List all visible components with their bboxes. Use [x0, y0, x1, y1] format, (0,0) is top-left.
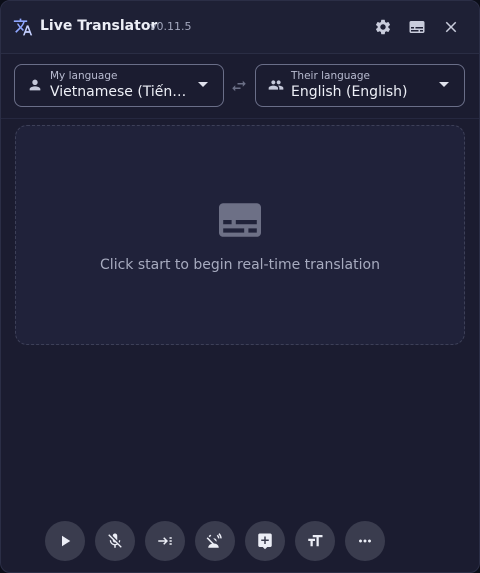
subtitles-icon: [409, 21, 425, 33]
close-icon: [445, 21, 457, 33]
settings-button[interactable]: [371, 15, 395, 39]
add-feedback-button[interactable]: [245, 521, 285, 561]
mic-off-icon: [108, 533, 122, 548]
empty-state-hint: Click start to begin real-time translati…: [100, 257, 380, 273]
swap-icon[interactable]: [230, 77, 248, 95]
close-button[interactable]: [439, 15, 463, 39]
app-title: Live Translator: [40, 18, 158, 34]
app-window: Live Translator v0.11.5 My language Viet…: [0, 0, 480, 573]
gear-icon: [375, 19, 391, 35]
voice-over-off-icon: [206, 533, 222, 548]
their-language-value: English (English): [291, 84, 408, 100]
title-bar: Live Translator v0.11.5: [1, 1, 479, 54]
my-language-value: Vietnamese (Tiếng Việt): [50, 84, 190, 100]
subtitles-toggle-button[interactable]: [405, 15, 429, 39]
add-comment-icon: [258, 533, 272, 550]
text-size-icon: [308, 535, 323, 547]
mute-mic-button[interactable]: [95, 521, 135, 561]
chevron-down-icon: [198, 82, 208, 87]
subtitles-icon: [219, 203, 261, 237]
my-language-label: My language: [50, 70, 118, 82]
their-language-label: Their language: [291, 70, 370, 82]
indent-button[interactable]: [145, 521, 185, 561]
play-icon: [62, 535, 71, 547]
language-selector-row: My language Vietnamese (Tiếng Việt) Thei…: [1, 54, 479, 119]
my-language-select[interactable]: My language Vietnamese (Tiếng Việt): [14, 64, 224, 107]
start-button[interactable]: [45, 521, 85, 561]
voice-off-button[interactable]: [195, 521, 235, 561]
translate-icon: [13, 18, 33, 36]
group-icon: [268, 80, 284, 90]
more-button[interactable]: [345, 521, 385, 561]
text-size-button[interactable]: [295, 521, 335, 561]
control-bar: [45, 521, 385, 561]
their-language-select[interactable]: Their language English (English): [255, 64, 465, 107]
person-icon: [29, 79, 41, 91]
format-indent-icon: [158, 537, 172, 545]
more-horiz-icon: [359, 539, 371, 543]
chevron-down-icon: [439, 82, 449, 87]
transcript-panel: Click start to begin real-time translati…: [15, 125, 465, 345]
app-version: v0.11.5: [150, 20, 192, 33]
